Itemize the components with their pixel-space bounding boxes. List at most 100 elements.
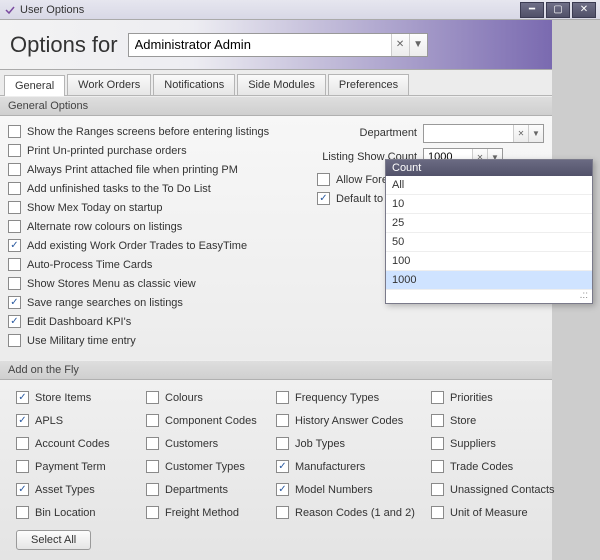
checkbox[interactable] [16, 506, 29, 519]
checkbox-label: Bin Location [35, 507, 96, 519]
addfly-item: Payment Term [16, 457, 146, 476]
dropdown-item[interactable]: 1000 [386, 271, 592, 290]
checkbox-label: Show the Ranges screens before entering … [27, 126, 269, 138]
checkbox[interactable] [431, 437, 444, 450]
checkbox-label: Auto-Process Time Cards [27, 259, 152, 271]
page-title: Options for [10, 32, 118, 58]
add-on-fly-body: Store ItemsColoursFrequency Types Priorit… [0, 380, 552, 560]
option-row: Save range searches on listings [8, 293, 309, 312]
maximize-button[interactable]: ▢ [546, 2, 570, 18]
addfly-item: Customers [146, 434, 276, 453]
checkbox[interactable] [431, 506, 444, 519]
checkbox[interactable] [8, 163, 21, 176]
checkbox[interactable] [276, 460, 289, 473]
addfly-item: Frequency Types [276, 388, 431, 407]
section-general-options: General Options [0, 96, 552, 116]
checkbox[interactable] [431, 460, 444, 473]
checkbox[interactable] [146, 437, 159, 450]
addfly-item: History Answer Codes [276, 411, 431, 430]
checkbox[interactable] [8, 125, 21, 138]
checkbox[interactable] [16, 391, 29, 404]
checkbox[interactable] [276, 437, 289, 450]
checkbox-label: Print Un-printed purchase orders [27, 145, 187, 157]
checkbox[interactable] [8, 296, 21, 309]
addfly-item: Job Types [276, 434, 431, 453]
minimize-button[interactable]: ━ [520, 2, 544, 18]
tab-side-modules[interactable]: Side Modules [237, 74, 326, 95]
addfly-item: Suppliers [431, 434, 571, 453]
checkbox[interactable] [8, 182, 21, 195]
resize-grip-icon[interactable]: .:: [386, 290, 592, 303]
checkbox[interactable] [16, 460, 29, 473]
department-input[interactable] [424, 125, 513, 142]
dropdown-item[interactable]: 10 [386, 195, 592, 214]
checkbox[interactable] [16, 437, 29, 450]
select-all-button[interactable]: Select All [16, 530, 91, 550]
department-label: Department [313, 127, 423, 139]
dropdown-item[interactable]: 50 [386, 233, 592, 252]
addfly-item: APLS [16, 411, 146, 430]
checkbox[interactable] [8, 334, 21, 347]
close-button[interactable]: ✕ [572, 2, 596, 18]
checkbox[interactable] [8, 315, 21, 328]
checkbox[interactable] [8, 239, 21, 252]
checkbox[interactable] [276, 506, 289, 519]
checkbox[interactable] [8, 258, 21, 271]
tab-preferences[interactable]: Preferences [328, 74, 409, 95]
app-icon [4, 4, 16, 16]
tab-work-orders[interactable]: Work Orders [67, 74, 151, 95]
addfly-item: Store Items [16, 388, 146, 407]
dropdown-item[interactable]: 100 [386, 252, 592, 271]
checkbox[interactable] [8, 277, 21, 290]
checkbox[interactable] [276, 414, 289, 427]
checkbox[interactable] [146, 483, 159, 496]
checkbox-label: Store [450, 415, 476, 427]
checkbox-label: Customers [165, 438, 218, 450]
tab-general[interactable]: General [4, 75, 65, 96]
general-left-column: Show the Ranges screens before entering … [8, 122, 309, 350]
chevron-down-icon[interactable]: ▼ [528, 125, 543, 142]
dropdown-item[interactable]: 25 [386, 214, 592, 233]
checkbox[interactable] [431, 391, 444, 404]
checkbox-label: Departments [165, 484, 228, 496]
allow-foreign-checkbox[interactable] [317, 173, 330, 186]
user-combo[interactable]: ✕ ▼ [128, 33, 428, 57]
listing-count-dropdown[interactable]: Count All1025501001000 .:: [385, 159, 593, 304]
checkbox-label: Alternate row colours on listings [27, 221, 182, 233]
clear-icon[interactable]: ✕ [513, 125, 528, 142]
user-input[interactable] [129, 34, 391, 56]
checkbox[interactable] [146, 460, 159, 473]
tab-strip: GeneralWork OrdersNotificationsSide Modu… [0, 70, 552, 96]
checkbox[interactable] [8, 144, 21, 157]
checkbox-label: Account Codes [35, 438, 110, 450]
department-combo[interactable]: ✕ ▼ [423, 124, 544, 143]
dropdown-header: Count [386, 160, 592, 176]
checkbox[interactable] [146, 391, 159, 404]
option-row: Add existing Work Order Trades to EasyTi… [8, 236, 309, 255]
checkbox[interactable] [8, 201, 21, 214]
option-row: Use Military time entry [8, 331, 309, 350]
checkbox[interactable] [276, 391, 289, 404]
addfly-item: Colours [146, 388, 276, 407]
window-title: User Options [20, 4, 84, 16]
checkbox[interactable] [146, 506, 159, 519]
checkbox[interactable] [16, 414, 29, 427]
addfly-item: Departments [146, 480, 276, 499]
checkbox[interactable] [431, 414, 444, 427]
chevron-down-icon[interactable]: ▼ [409, 34, 427, 56]
checkbox[interactable] [431, 483, 444, 496]
checkbox-label: Priorities [450, 392, 493, 404]
checkbox[interactable] [146, 414, 159, 427]
default-fullscreen-checkbox[interactable] [317, 192, 330, 205]
addfly-item: Bin Location [16, 503, 146, 522]
clear-icon[interactable]: ✕ [391, 34, 409, 56]
checkbox-label: History Answer Codes [295, 415, 403, 427]
dropdown-item[interactable]: All [386, 176, 592, 195]
checkbox[interactable] [276, 483, 289, 496]
addfly-item: Unassigned Contacts [431, 480, 571, 499]
addfly-item: Manufacturers [276, 457, 431, 476]
checkbox[interactable] [16, 483, 29, 496]
checkbox-label: APLS [35, 415, 63, 427]
checkbox[interactable] [8, 220, 21, 233]
tab-notifications[interactable]: Notifications [153, 74, 235, 95]
